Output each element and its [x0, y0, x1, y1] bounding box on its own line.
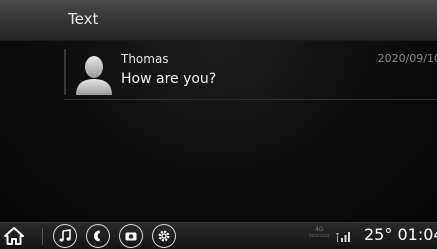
camera-button[interactable] [119, 224, 143, 248]
message-list-item[interactable]: Thomas How are you? 2020/09/10 [64, 46, 437, 100]
status-readout: 25° 01:04 [364, 225, 437, 244]
gear-icon [158, 230, 170, 242]
list-divider [64, 99, 437, 100]
home-icon[interactable] [3, 225, 25, 247]
page-title: Text [68, 10, 99, 28]
taskbar-separator [42, 228, 43, 245]
network-indicator: 4G ▫▫▫▫▫ [309, 227, 329, 239]
signal-bars-icon [336, 232, 350, 242]
signal-dots: ▫▫▫▫▫ [309, 232, 330, 239]
camera-icon [125, 232, 137, 241]
phone-icon [94, 230, 100, 242]
temperature: 25° [364, 225, 393, 244]
header-bar: Text [0, 0, 437, 41]
message-sender: Thomas [121, 52, 169, 66]
person-avatar-icon [76, 56, 112, 95]
phone-button[interactable] [86, 224, 110, 248]
screen: Text Thomas How are you? 2020/09/10 4G ▫… [0, 0, 437, 249]
settings-button[interactable] [152, 224, 176, 248]
message-preview: How are you? [121, 71, 217, 87]
message-list: Thomas How are you? 2020/09/10 [0, 41, 437, 228]
taskbar: 4G ▫▫▫▫▫ 25° 01:04 [0, 222, 437, 249]
music-note-icon [59, 229, 71, 242]
selection-indicator [64, 49, 66, 95]
music-button[interactable] [53, 224, 77, 248]
clock-time: 01:04 [397, 225, 437, 244]
message-date: 2020/09/10 [377, 52, 437, 65]
